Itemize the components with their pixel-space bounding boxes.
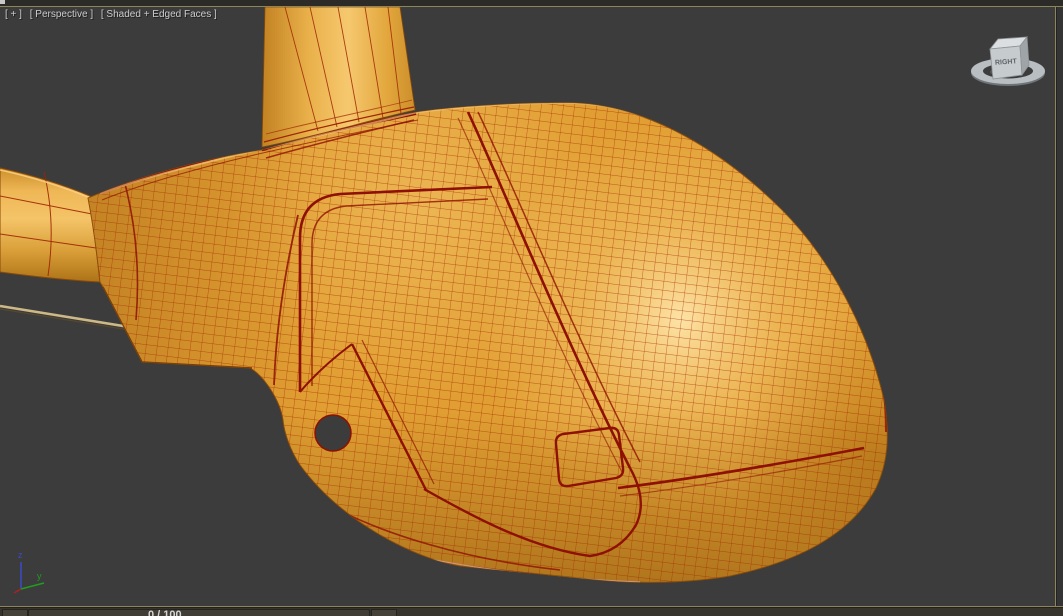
world-axis-gizmo: z y xyxy=(13,550,45,594)
viewport-right-gutter xyxy=(1056,7,1063,607)
model-helicopter-fuselage[interactable] xyxy=(0,7,900,600)
axis-y-label: y xyxy=(37,571,42,581)
viewport-label: [ + ] [ Perspective ] [ Shaded + Edged F… xyxy=(5,9,222,21)
viewport-menu-shading[interactable]: [ Shaded + Edged Faces ] xyxy=(101,9,217,20)
axis-z-label: z xyxy=(18,550,23,560)
viewport-3d[interactable]: RIGHT z y xyxy=(0,7,1063,607)
time-slider-frame-label: 0 / 100 xyxy=(148,609,182,616)
max-viewport-screen: RIGHT z y [ + ] [ Perspective ] [ Shaded… xyxy=(0,0,1063,616)
time-slider-prev-button[interactable] xyxy=(2,609,28,616)
window-corner-fragment xyxy=(0,0,5,4)
time-slider-strip[interactable]: 0 / 100 xyxy=(0,608,1063,616)
viewport-menu-pov[interactable]: [ Perspective ] xyxy=(30,9,93,20)
viewcube[interactable]: RIGHT xyxy=(971,35,1045,86)
viewport-menu-general[interactable]: [ + ] xyxy=(5,9,22,20)
time-slider-handle[interactable] xyxy=(28,609,370,616)
time-slider-next-button[interactable] xyxy=(371,609,397,616)
fuselage-body xyxy=(87,102,888,583)
tail-boom xyxy=(0,167,101,283)
fuselage-hole xyxy=(314,414,352,452)
